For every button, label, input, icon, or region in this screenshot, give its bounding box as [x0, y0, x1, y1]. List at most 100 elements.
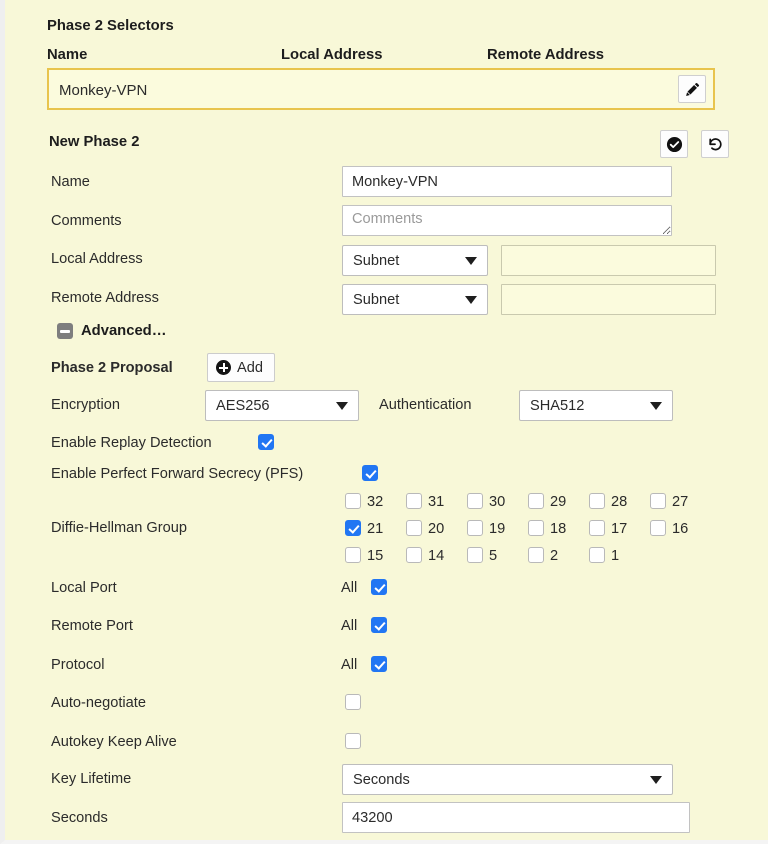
dh-group-label-30: 30 — [489, 494, 506, 510]
local-address-label: Local Address — [51, 251, 143, 267]
undo-rotate-icon — [708, 137, 722, 150]
autokey-keep-alive-label: Autokey Keep Alive — [51, 734, 177, 750]
dh-group-checkbox-14[interactable] — [406, 547, 422, 563]
advanced-toggle[interactable]: Advanced… — [57, 323, 167, 339]
chevron-down-icon — [465, 256, 477, 265]
add-button-label: Add — [237, 359, 263, 376]
key-lifetime-label: Key Lifetime — [51, 771, 132, 787]
advanced-label: Advanced… — [81, 323, 167, 339]
plus-circle-icon — [216, 360, 231, 375]
add-proposal-button[interactable]: Add — [207, 353, 275, 382]
chevron-down-icon — [650, 775, 662, 784]
dh-group-checkbox-2[interactable] — [528, 547, 544, 563]
remote-address-type-value: Subnet — [353, 291, 400, 308]
authentication-label: Authentication — [379, 397, 472, 413]
dh-group-checkbox-17[interactable] — [589, 520, 605, 536]
encryption-label: Encryption — [51, 397, 120, 413]
dh-group-label-27: 27 — [672, 494, 689, 510]
remote-address-type-select[interactable]: Subnet — [342, 284, 488, 315]
dh-group-label-29: 29 — [550, 494, 567, 510]
column-header-local-address: Local Address — [281, 47, 383, 63]
dh-group-label-18: 18 — [550, 521, 567, 537]
dh-group-checkbox-32[interactable] — [345, 493, 361, 509]
remote-address-label: Remote Address — [51, 290, 159, 306]
protocol-label: Protocol — [51, 657, 105, 673]
local-port-all-text: All — [341, 580, 358, 596]
seconds-input[interactable] — [342, 802, 690, 833]
local-address-type-value: Subnet — [353, 252, 400, 269]
encryption-value: AES256 — [216, 397, 270, 414]
dh-group-label-28: 28 — [611, 494, 628, 510]
reset-button[interactable] — [701, 130, 729, 158]
dh-group-label-17: 17 — [611, 521, 628, 537]
encryption-select[interactable]: AES256 — [205, 390, 359, 421]
dh-group-label-16: 16 — [672, 521, 689, 537]
dh-group-checkbox-21[interactable] — [345, 520, 361, 536]
name-label: Name — [51, 174, 90, 190]
phase2-proposal-label: Phase 2 Proposal — [51, 360, 173, 376]
local-port-all-checkbox[interactable] — [371, 579, 387, 595]
dh-group-checkbox-30[interactable] — [467, 493, 483, 509]
minus-square-icon — [57, 323, 73, 339]
phase2-config-page: Phase 2 Selectors Name Local Address Rem… — [0, 0, 768, 844]
table-row[interactable]: Monkey-VPN — [47, 68, 715, 110]
dh-group-checkbox-27[interactable] — [650, 493, 666, 509]
dh-group-label-14: 14 — [428, 548, 445, 564]
local-address-type-select[interactable]: Subnet — [342, 245, 488, 276]
protocol-all-text: All — [341, 657, 358, 673]
remote-port-all-checkbox[interactable] — [371, 617, 387, 633]
dh-group-label-5: 5 — [489, 548, 498, 564]
remote-port-label: Remote Port — [51, 618, 133, 634]
comments-textarea[interactable] — [342, 205, 672, 236]
save-button[interactable] — [660, 130, 688, 158]
dh-group-label-15: 15 — [367, 548, 384, 564]
authentication-select[interactable]: SHA512 — [519, 390, 673, 421]
dh-group-label-20: 20 — [428, 521, 445, 537]
edit-row-button[interactable] — [678, 75, 706, 103]
dh-group-checkbox-18[interactable] — [528, 520, 544, 536]
diffie-hellman-group-label: Diffie-Hellman Group — [51, 520, 187, 536]
authentication-value: SHA512 — [530, 397, 585, 414]
chevron-down-icon — [465, 295, 477, 304]
dh-group-checkbox-19[interactable] — [467, 520, 483, 536]
seconds-label: Seconds — [51, 810, 108, 826]
dh-group-checkbox-5[interactable] — [467, 547, 483, 563]
dh-group-label-32: 32 — [367, 494, 384, 510]
dh-group-label-1: 1 — [611, 548, 620, 564]
dh-group-checkbox-29[interactable] — [528, 493, 544, 509]
local-port-label: Local Port — [51, 580, 117, 596]
dh-group-checkbox-15[interactable] — [345, 547, 361, 563]
pfs-checkbox[interactable] — [362, 465, 378, 481]
replay-detection-checkbox[interactable] — [258, 434, 274, 450]
column-header-remote-address: Remote Address — [487, 47, 605, 63]
protocol-all-checkbox[interactable] — [371, 656, 387, 672]
dh-group-checkbox-31[interactable] — [406, 493, 422, 509]
dh-group-label-2: 2 — [550, 548, 559, 564]
selector-row-name: Monkey-VPN — [59, 82, 148, 99]
name-input[interactable] — [342, 166, 672, 197]
dh-group-label-31: 31 — [428, 494, 445, 510]
replay-detection-label: Enable Replay Detection — [51, 435, 212, 451]
remote-address-value-input[interactable] — [501, 284, 716, 315]
autokey-keep-alive-checkbox[interactable] — [345, 733, 361, 749]
auto-negotiate-checkbox[interactable] — [345, 694, 361, 710]
dh-group-checkbox-20[interactable] — [406, 520, 422, 536]
chevron-down-icon — [336, 401, 348, 410]
dh-group-label-21: 21 — [367, 521, 384, 537]
remote-port-all-text: All — [341, 618, 358, 634]
column-header-name: Name — [47, 47, 88, 63]
pfs-label: Enable Perfect Forward Secrecy (PFS) — [51, 466, 304, 482]
dh-group-checkbox-16[interactable] — [650, 520, 666, 536]
check-circle-icon — [666, 136, 682, 152]
comments-label: Comments — [51, 213, 122, 229]
dh-group-checkbox-28[interactable] — [589, 493, 605, 509]
phase2-selectors-title: Phase 2 Selectors — [47, 18, 174, 34]
local-address-value-input[interactable] — [501, 245, 716, 276]
new-phase2-title: New Phase 2 — [49, 134, 140, 150]
dh-group-checkbox-1[interactable] — [589, 547, 605, 563]
chevron-down-icon — [650, 401, 662, 410]
key-lifetime-select[interactable]: Seconds — [342, 764, 673, 795]
dh-group-label-19: 19 — [489, 521, 506, 537]
pencil-icon — [685, 82, 699, 96]
auto-negotiate-label: Auto-negotiate — [51, 695, 146, 711]
